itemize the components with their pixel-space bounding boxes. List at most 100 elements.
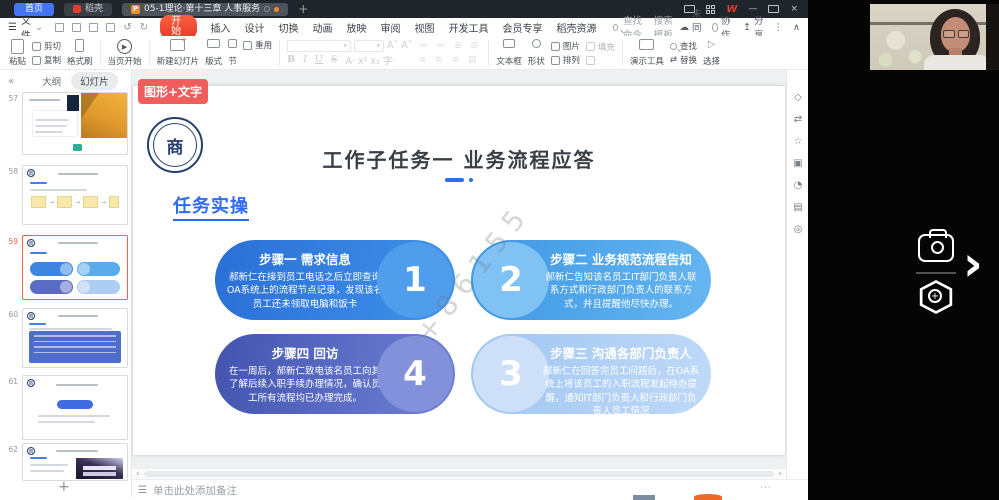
step3-body: 郝新仁在回答完员工问题后，在OA系统上将该员工的入职流程发起待办提醒，通知IT部… <box>541 365 701 414</box>
background-curtain <box>986 4 999 70</box>
slide-thumbnail-62[interactable]: 商 <box>22 443 128 481</box>
select-button[interactable]: ▷ 选择 <box>700 38 723 68</box>
tab-animation[interactable]: 动画 <box>313 20 333 35</box>
slide-thumbnail-61[interactable]: 商 <box>22 375 128 440</box>
section-icon <box>228 39 237 48</box>
scroll-left-icon[interactable]: ‹ <box>136 470 140 479</box>
tab-member[interactable]: 会员专享 <box>503 20 543 35</box>
layout-button[interactable]: 版式 <box>202 38 225 68</box>
reuse-button[interactable]: 重用 <box>240 38 275 68</box>
fill-button: 填充 <box>586 41 615 53</box>
cut-icon <box>32 42 41 51</box>
horizontal-scrollbar[interactable]: ‹ › <box>132 469 786 479</box>
slide-subtitle-link[interactable]: 任务实操 <box>173 192 249 221</box>
tab-design[interactable]: 设计 <box>245 20 265 35</box>
tab-review[interactable]: 审阅 <box>381 20 401 35</box>
paste-icon <box>11 39 24 54</box>
slide-number: 62 <box>4 445 18 454</box>
arrange-button[interactable]: 排列 <box>551 54 580 66</box>
thumb57-photo <box>81 93 127 138</box>
font-extra-icons[interactable]: A· x² x₂ 字· <box>345 53 395 67</box>
save-icon[interactable] <box>55 23 64 32</box>
slide-thumbnail-57[interactable] <box>22 92 128 155</box>
layout-icon <box>207 39 220 48</box>
collapse-panel-icon[interactable]: « <box>8 76 14 87</box>
presenter-shirt <box>924 55 990 70</box>
expand-panel-chevron[interactable]: › <box>963 236 983 292</box>
tab-document[interactable]: P 05-1理论·第十三章 人事服务 <box>122 3 288 16</box>
undo-icon[interactable]: ↺ <box>123 22 131 33</box>
tab-slides[interactable]: 幻灯片 <box>71 72 118 90</box>
new-tab-button[interactable]: + <box>298 2 308 16</box>
tab-docer[interactable]: 稻壳 <box>64 3 112 16</box>
underline-button[interactable]: U <box>315 54 323 65</box>
output-icon[interactable] <box>72 23 81 32</box>
font-size-select[interactable]: ▾ <box>354 40 384 52</box>
cut-button[interactable]: 剪切 <box>32 40 61 52</box>
copy-button[interactable]: 复制 <box>32 54 61 66</box>
tab-insert[interactable]: 插入 <box>211 20 231 35</box>
step3-title: 步骤三 沟通各部门负责人 <box>541 343 701 362</box>
italic-button[interactable]: I <box>303 54 307 65</box>
panel-tool-icon-4[interactable]: ▣ <box>787 158 809 169</box>
paste-button[interactable]: 粘贴 <box>6 38 29 68</box>
step3-number: 3 <box>473 336 549 412</box>
camera-button[interactable] <box>918 234 954 262</box>
panel-tool-icon-5[interactable]: ◔ <box>787 180 809 191</box>
cloud-icon: ☁ <box>680 22 690 33</box>
menu-bar: ☰ 文件 ⌄ ↺ ↻ 开始 插入 设计 切换 动画 放映 审阅 视图 开发工具 … <box>0 18 808 36</box>
thumb57-icon <box>73 144 82 151</box>
present-tools-button[interactable]: 演示工具 <box>627 38 667 68</box>
play-from-current-button[interactable]: ▶ 当页开始 <box>105 38 145 68</box>
list-icons[interactable]: ≔ ≕ ≣ ⊞ <box>419 41 482 51</box>
tab-outline[interactable]: 大纲 <box>42 74 61 88</box>
shapes-label: 形状 <box>528 57 545 67</box>
slide-thumbnail-59-selected[interactable]: 商 <box>22 235 128 300</box>
find-button[interactable]: 查找 <box>670 40 697 52</box>
current-slide[interactable]: 商 工作子任务一 业务流程应答 任务实操 +86155 步骤一 需求信息 郝新仁… <box>133 86 785 455</box>
reward-badge-button[interactable]: + <box>918 280 954 314</box>
notes-placeholder[interactable]: 单击此处添加备注 <box>153 483 237 498</box>
panel-tool-icon-1[interactable]: ◇ <box>787 92 809 103</box>
tab-slideshow[interactable]: 放映 <box>347 20 367 35</box>
redo-icon[interactable]: ↻ <box>140 22 148 33</box>
panel-tool-icon-6[interactable]: ▤ <box>787 202 809 213</box>
text-box-button[interactable]: 文本框 <box>493 38 525 68</box>
tab-devtools[interactable]: 开发工具 <box>449 20 489 35</box>
slide-canvas: 图形+文字 商 工作子任务一 业务流程应答 任务实操 +86155 步骤一 需求… <box>132 70 786 470</box>
shapes-button[interactable]: 形状 <box>525 38 548 68</box>
more-vertical-icon[interactable]: ⋮ <box>774 22 784 33</box>
cut-label: 剪切 <box>44 40 61 52</box>
slide-thumbnail-58[interactable]: 商 → → → <box>22 165 128 225</box>
font-shrink-icon[interactable]: A˅ <box>401 40 412 51</box>
new-slide-button[interactable]: 新建幻灯片 <box>154 38 203 68</box>
print-icon[interactable] <box>89 23 98 32</box>
font-name-select[interactable]: ▾ <box>287 40 351 52</box>
scroll-right-icon[interactable]: › <box>778 470 782 479</box>
slide-type-badge: 图形+文字 <box>138 79 208 104</box>
panel-tool-icon-2[interactable]: ⇄ <box>787 114 809 125</box>
webcam-feed[interactable] <box>870 4 999 70</box>
play-icon: ▶ <box>117 39 132 54</box>
tab-docer-resources[interactable]: 稻壳资源 <box>557 20 597 35</box>
bold-button[interactable]: B <box>287 54 295 65</box>
tab-transition[interactable]: 切换 <box>279 20 299 35</box>
add-slide-button[interactable]: + <box>58 479 70 495</box>
font-grow-icon[interactable]: A˄ <box>387 40 398 51</box>
format-painter-button[interactable]: 格式刷 <box>64 38 96 68</box>
collapse-ribbon-icon[interactable]: ∧ <box>793 22 800 33</box>
align-icons[interactable]: ≡ ≡ ≡ ▤ <box>419 55 482 65</box>
plus-icon: + <box>928 289 942 303</box>
preview-icon[interactable] <box>106 23 115 32</box>
strike-button[interactable]: S <box>331 54 338 65</box>
scrollbar-track[interactable] <box>144 471 775 477</box>
picture-button[interactable]: 图片 <box>551 40 580 52</box>
replace-label: 替换 <box>680 54 697 66</box>
panel-tool-icon-7[interactable]: ◎ <box>787 224 809 235</box>
tab-view[interactable]: 视图 <box>415 20 435 35</box>
panel-tool-icon-3[interactable]: ☆ <box>787 136 809 147</box>
replace-button[interactable]: ⇄替换 <box>670 54 697 66</box>
slide-thumbnail-60[interactable]: 商 <box>22 308 128 368</box>
more-options-icon[interactable]: ··· <box>760 483 768 493</box>
section-button[interactable]: 节 <box>225 38 240 68</box>
